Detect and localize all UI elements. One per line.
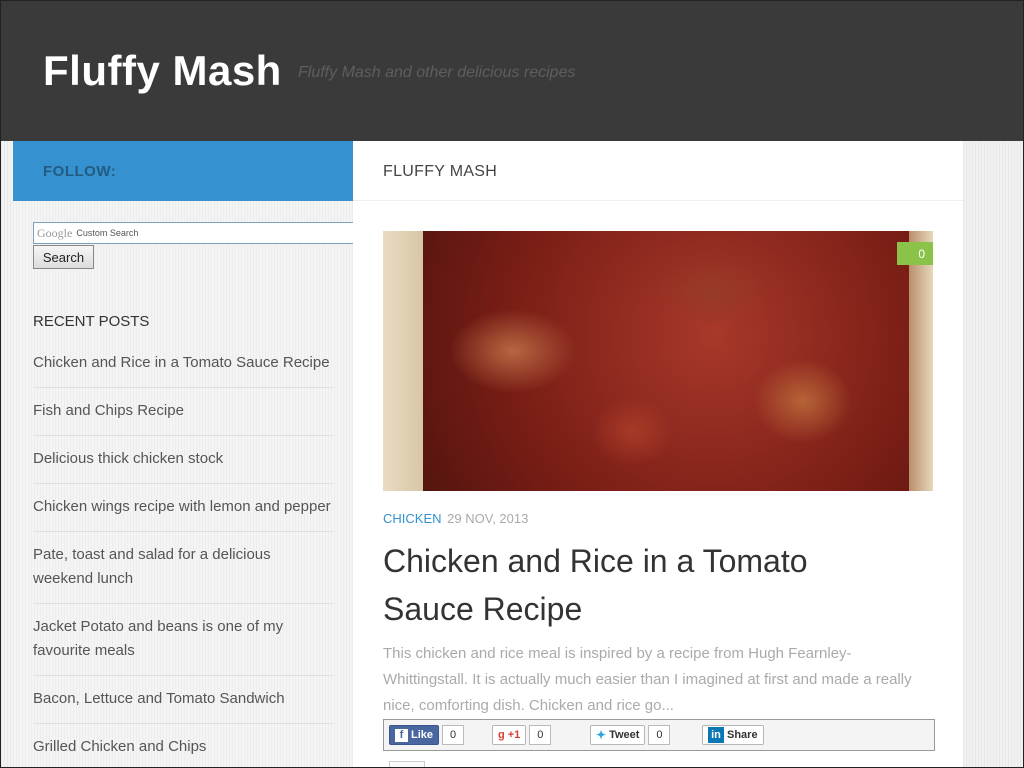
page-frame: Fluffy Mash Fluffy Mash and other delici… xyxy=(0,0,1024,768)
dish-rim-right xyxy=(909,231,933,491)
facebook-like-button[interactable]: f Like xyxy=(389,725,440,745)
linkedin-icon: in xyxy=(708,727,724,743)
recent-post-link[interactable]: Chicken and Rice in a Tomato Sauce Recip… xyxy=(33,340,333,388)
tweet-label: Tweet xyxy=(609,729,640,741)
recent-post-link[interactable]: Grilled Chicken and Chips xyxy=(33,724,333,767)
post-category-link[interactable]: CHICKEN xyxy=(383,511,442,526)
recent-post-link[interactable]: Pate, toast and salad for a delicious we… xyxy=(33,532,333,604)
linkedin-share-button[interactable]: in Share xyxy=(702,725,764,745)
twitter-bird-icon: ✦ xyxy=(596,728,607,742)
more-share-strip xyxy=(389,761,425,767)
linkedin-share-label: Share xyxy=(727,729,758,741)
comment-count-badge[interactable]: 0 xyxy=(897,242,933,265)
recent-post-link[interactable]: Delicious thick chicken stock xyxy=(33,436,333,484)
facebook-like-label: Like xyxy=(411,729,434,741)
site-header: Fluffy Mash Fluffy Mash and other delici… xyxy=(1,1,1023,141)
gplus-share: g +1 0 xyxy=(492,724,552,746)
recent-posts-list: Chicken and Rice in a Tomato Sauce Recip… xyxy=(33,340,333,767)
facebook-like-count: 0 xyxy=(442,725,465,745)
main-header: FLUFFY MASH xyxy=(353,141,963,201)
search-button[interactable]: Search xyxy=(33,245,94,269)
google-logo-icon: Google xyxy=(37,225,73,240)
dish-rim-left xyxy=(383,231,423,491)
recent-posts-heading: RECENT POSTS xyxy=(33,313,150,330)
facebook-icon: f xyxy=(395,728,408,742)
post-meta: CHICKEN 29 NOV, 2013 xyxy=(383,511,528,526)
main-content: FLUFFY MASH 0 CHICKEN 29 NOV, 2013 Chick… xyxy=(353,141,963,767)
gplus-count: 0 xyxy=(529,725,552,745)
recent-post-link[interactable]: Fish and Chips Recipe xyxy=(33,388,333,436)
sidebar: FOLLOW: Google Custom Search Search RECE… xyxy=(13,141,398,767)
search-input[interactable]: Google Custom Search xyxy=(33,222,398,244)
share-bar: f Like 0 g +1 0 ✦ Tweet 0 in Share xyxy=(383,719,935,751)
featured-image[interactable] xyxy=(383,231,933,491)
post-title[interactable]: Chicken and Rice in a Tomato Sauce Recip… xyxy=(383,537,863,633)
site-title[interactable]: Fluffy Mash xyxy=(43,47,282,95)
tweet-count: 0 xyxy=(648,725,671,745)
gplus-label: +1 xyxy=(507,729,521,741)
follow-bar: FOLLOW: xyxy=(13,141,353,201)
gplus-icon: g xyxy=(498,729,505,741)
right-gutter xyxy=(963,141,1023,767)
twitter-share: ✦ Tweet 0 xyxy=(590,724,671,746)
recent-post-link[interactable]: Jacket Potato and beans is one of my fav… xyxy=(33,604,333,676)
post-date: 29 NOV, 2013 xyxy=(447,511,529,526)
recent-post-link[interactable]: Chicken wings recipe with lemon and pepp… xyxy=(33,484,333,532)
site-tagline: Fluffy Mash and other delicious recipes xyxy=(298,64,576,81)
gplus-button[interactable]: g +1 xyxy=(492,725,527,745)
facebook-like: f Like 0 xyxy=(389,724,465,746)
tweet-button[interactable]: ✦ Tweet xyxy=(590,725,646,745)
post-excerpt: This chicken and rice meal is inspired b… xyxy=(383,645,912,714)
search-placeholder: Custom Search xyxy=(76,228,139,238)
follow-label: FOLLOW: xyxy=(43,163,117,180)
linkedin-share: in Share xyxy=(702,724,764,746)
section-title: FLUFFY MASH xyxy=(383,163,498,180)
recent-post-link[interactable]: Bacon, Lettuce and Tomato Sandwich xyxy=(33,676,333,724)
